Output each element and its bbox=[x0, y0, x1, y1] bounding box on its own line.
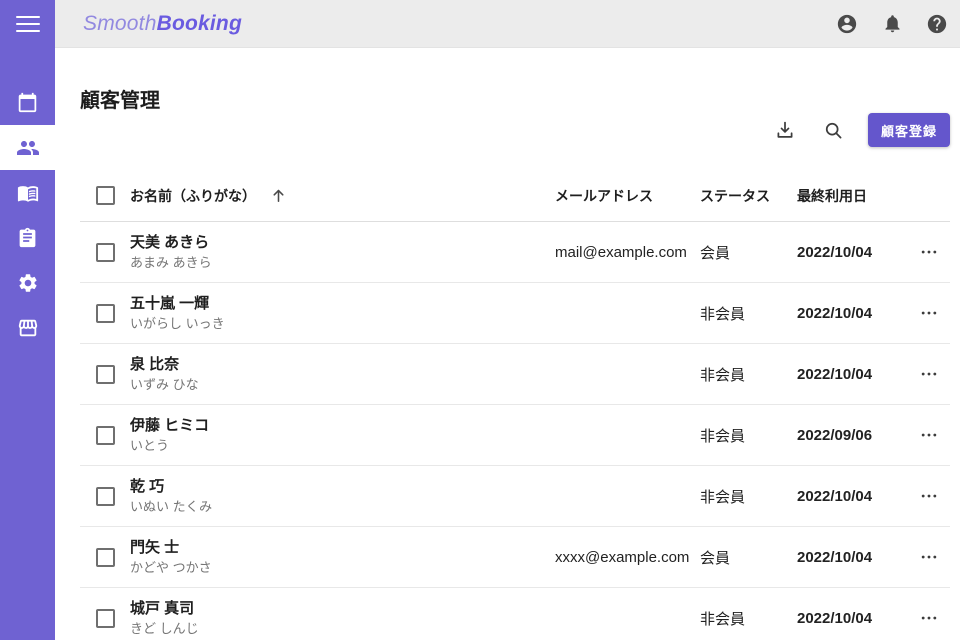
row-more-options-icon[interactable] bbox=[914, 359, 944, 389]
people-icon bbox=[16, 136, 40, 160]
customer-last-used-date: 2022/10/04 bbox=[797, 305, 907, 322]
row-checkbox[interactable] bbox=[96, 487, 115, 506]
column-header-name[interactable]: お名前（ふりがな） bbox=[130, 186, 256, 206]
sidebar bbox=[0, 0, 55, 640]
column-header-email[interactable]: メールアドレス bbox=[555, 186, 700, 206]
calendar-icon bbox=[17, 92, 38, 113]
customer-name: 乾 巧 bbox=[130, 477, 555, 497]
customer-last-used-date: 2022/10/04 bbox=[797, 366, 907, 383]
topbar-icon-group bbox=[832, 9, 952, 39]
sidebar-item-settings[interactable] bbox=[0, 260, 55, 305]
customer-furigana: いがらし いっき bbox=[130, 315, 555, 333]
app-logo: SmoothBooking bbox=[83, 12, 242, 36]
table-row: 泉 比奈 いずみ ひな 非会員 2022/10/04 bbox=[80, 344, 950, 405]
customer-name: 五十嵐 一輝 bbox=[130, 294, 555, 314]
sort-ascending-icon[interactable] bbox=[270, 187, 287, 204]
row-more-options-icon[interactable] bbox=[914, 603, 944, 633]
menu-icon[interactable] bbox=[0, 0, 55, 48]
clipboard-icon bbox=[17, 227, 38, 248]
row-checkbox[interactable] bbox=[96, 548, 115, 567]
table-body: 天美 あきら あまみ あきら mail@example.com 会員 2022/… bbox=[80, 222, 950, 640]
customer-last-used-date: 2022/10/04 bbox=[797, 488, 907, 505]
row-more-options-icon[interactable] bbox=[914, 237, 944, 267]
customer-status-badge: 非会員 bbox=[700, 303, 797, 324]
customer-last-used-date: 2022/10/04 bbox=[797, 549, 907, 566]
app-window: SmoothBooking bbox=[0, 0, 960, 640]
toolbar: 顧客登録 bbox=[768, 112, 950, 148]
help-icon[interactable] bbox=[922, 9, 952, 39]
gear-icon bbox=[17, 272, 39, 294]
select-all-checkbox[interactable] bbox=[96, 186, 115, 205]
customer-last-used-date: 2022/10/04 bbox=[797, 244, 907, 261]
row-checkbox[interactable] bbox=[96, 609, 115, 628]
customer-name: 泉 比奈 bbox=[130, 355, 555, 375]
customer-furigana: いずみ ひな bbox=[130, 376, 555, 394]
sidebar-item-store[interactable] bbox=[0, 305, 55, 350]
customer-last-used-date: 2022/09/06 bbox=[797, 427, 907, 444]
table-row: 門矢 士 かどや つかさ xxxx@example.com 会員 2022/10… bbox=[80, 527, 950, 588]
table-row: 伊藤 ヒミコ いとう 非会員 2022/09/06 bbox=[80, 405, 950, 466]
customer-email: xxxx@example.com bbox=[555, 549, 700, 566]
sidebar-item-calendar[interactable] bbox=[0, 80, 55, 125]
logo-text-light: Smooth bbox=[83, 12, 157, 35]
customer-name: 天美 あきら bbox=[130, 233, 555, 253]
sidebar-nav bbox=[0, 80, 55, 350]
customer-status-badge: 非会員 bbox=[700, 486, 797, 507]
customer-status-badge: 非会員 bbox=[700, 425, 797, 446]
table-header-row: お名前（ふりがな） メールアドレス ステータス 最終利用日 bbox=[80, 170, 950, 222]
row-checkbox[interactable] bbox=[96, 304, 115, 323]
customer-table: お名前（ふりがな） メールアドレス ステータス 最終利用日 天美 あきら あまみ… bbox=[80, 170, 950, 640]
table-row: 城戸 真司 きど しんじ 非会員 2022/10/04 bbox=[80, 588, 950, 640]
customer-furigana: いとう bbox=[130, 437, 555, 455]
customer-status-badge: 非会員 bbox=[700, 364, 797, 385]
customer-status-badge: 会員 bbox=[700, 547, 797, 568]
customer-furigana: いぬい たくみ bbox=[130, 498, 555, 516]
sidebar-item-customers[interactable] bbox=[0, 125, 55, 170]
customer-status-badge: 会員 bbox=[700, 242, 797, 263]
row-more-options-icon[interactable] bbox=[914, 542, 944, 572]
table-row: 天美 あきら あまみ あきら mail@example.com 会員 2022/… bbox=[80, 222, 950, 283]
table-row: 五十嵐 一輝 いがらし いっき 非会員 2022/10/04 bbox=[80, 283, 950, 344]
row-checkbox[interactable] bbox=[96, 365, 115, 384]
row-checkbox[interactable] bbox=[96, 243, 115, 262]
page-title: 顧客管理 bbox=[80, 84, 160, 113]
account-icon[interactable] bbox=[832, 9, 862, 39]
row-more-options-icon[interactable] bbox=[914, 481, 944, 511]
customer-furigana: かどや つかさ bbox=[130, 559, 555, 577]
download-icon[interactable] bbox=[768, 113, 802, 147]
customer-furigana: あまみ あきら bbox=[130, 254, 555, 272]
column-header-status[interactable]: ステータス bbox=[700, 186, 797, 206]
customer-furigana: きど しんじ bbox=[130, 620, 555, 638]
search-icon[interactable] bbox=[816, 113, 850, 147]
customer-name: 城戸 真司 bbox=[130, 599, 555, 619]
notifications-icon[interactable] bbox=[877, 9, 907, 39]
customer-name: 門矢 士 bbox=[130, 538, 555, 558]
table-row: 乾 巧 いぬい たくみ 非会員 2022/10/04 bbox=[80, 466, 950, 527]
book-icon bbox=[17, 182, 39, 204]
column-header-last-used[interactable]: 最終利用日 bbox=[797, 186, 907, 206]
logo-text-bold: Booking bbox=[157, 12, 242, 35]
customer-email: mail@example.com bbox=[555, 244, 700, 261]
customer-status-badge: 非会員 bbox=[700, 608, 797, 629]
row-checkbox[interactable] bbox=[96, 426, 115, 445]
row-more-options-icon[interactable] bbox=[914, 420, 944, 450]
register-customer-button[interactable]: 顧客登録 bbox=[868, 113, 950, 147]
top-bar: SmoothBooking bbox=[55, 0, 960, 48]
customer-last-used-date: 2022/10/04 bbox=[797, 610, 907, 627]
sidebar-item-tasks[interactable] bbox=[0, 215, 55, 260]
sidebar-item-book[interactable] bbox=[0, 170, 55, 215]
row-more-options-icon[interactable] bbox=[914, 298, 944, 328]
customer-name: 伊藤 ヒミコ bbox=[130, 416, 555, 436]
storefront-icon bbox=[17, 317, 39, 339]
